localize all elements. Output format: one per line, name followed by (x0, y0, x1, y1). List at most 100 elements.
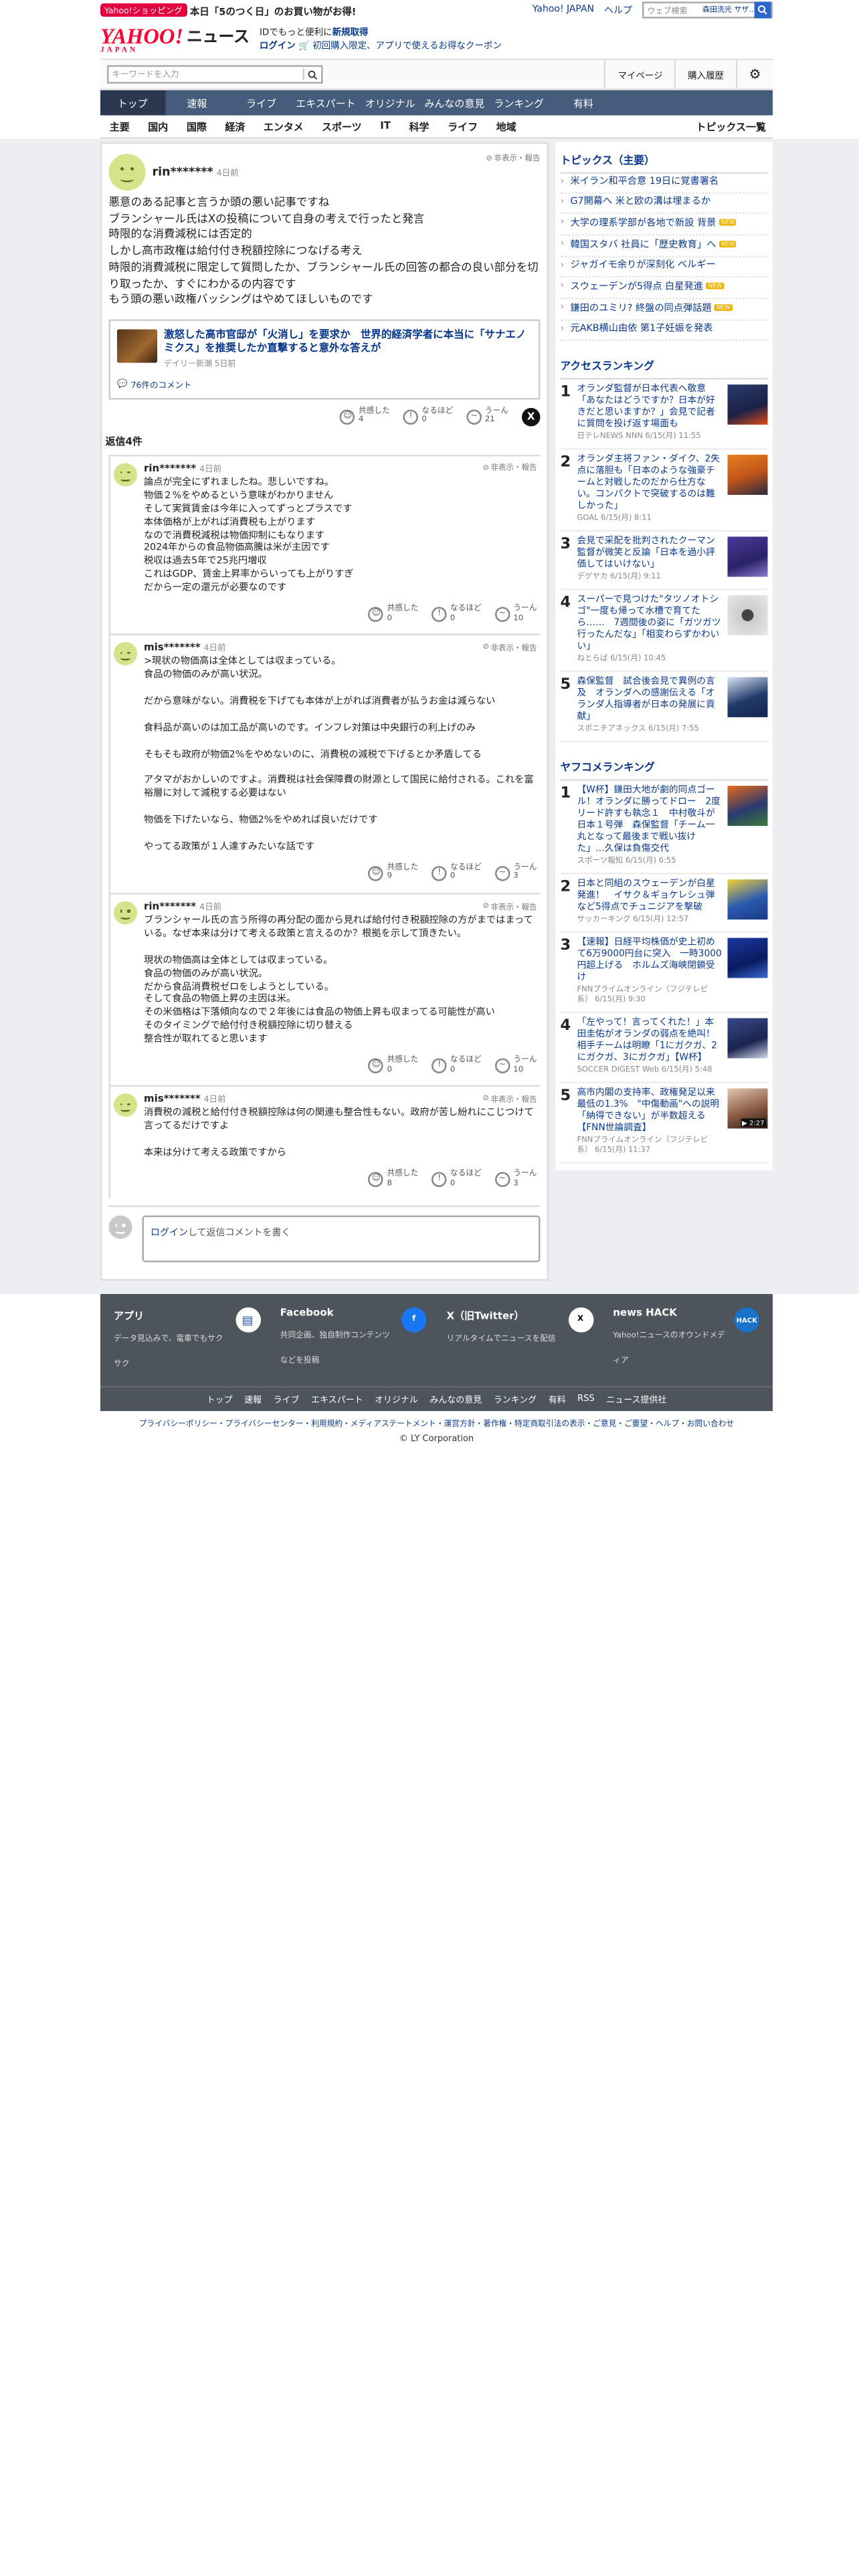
web-search-button[interactable] (754, 1, 771, 19)
footer-newshack[interactable]: news HACK Yahoo!ニュースのオウンドメディア HACK (613, 1307, 759, 1373)
keyword-input[interactable]: キーワードを入力 (109, 69, 303, 80)
news-logo[interactable]: ニュース (187, 23, 250, 47)
empathy-button[interactable]: ☺ 共感した 0 (368, 605, 418, 624)
footer-link[interactable]: エキスパート (311, 1394, 363, 1406)
ranking-item[interactable]: 1 オランダ監督が日本代表へ敬意「あなたはどうですか？日本が好きだと思いますか？」… (560, 380, 768, 450)
topic-item[interactable]: 韓国スタバ 社員に「歴史教育」へNEW (560, 236, 768, 257)
reply-user[interactable]: mis******* (144, 1094, 201, 1106)
ranking-thumbnail[interactable] (727, 879, 768, 920)
footer-link[interactable]: みんなの意見 (430, 1394, 482, 1406)
x-share-button[interactable]: X (522, 407, 541, 427)
category-local[interactable]: 地域 (496, 119, 516, 134)
agree-button[interactable]: ! なるほど 0 (403, 407, 453, 426)
tab-live[interactable]: ライブ (229, 90, 294, 116)
hmm-button[interactable]: ~ うーん 10 (494, 605, 537, 624)
web-search[interactable]: ウェブ検索 森田洗光 サザ... (642, 1, 773, 19)
empathy-button[interactable]: ☺ 共感した 9 (368, 864, 418, 883)
topic-item[interactable]: 鎌田のユミリ? 終盤の同点弾話題NEW (560, 300, 768, 321)
yahoo-japan-link[interactable]: Yahoo! JAPAN (533, 5, 594, 15)
article-title[interactable]: 激怒した高市官邸が「火消し」を要求か 世界的経済学者に本当に「サナエノミクス」を… (164, 329, 532, 357)
tab-original[interactable]: オリジナル (358, 90, 422, 116)
tab-paid[interactable]: 有料 (551, 90, 615, 116)
shopping-badge[interactable]: Yahoo!ショッピング (100, 3, 187, 17)
topic-item[interactable]: スウェーデンが5得点 白星発進NEW (560, 278, 768, 300)
tab-breaking[interactable]: 速報 (165, 90, 229, 116)
agree-button[interactable]: ! なるほど 0 (432, 1170, 482, 1189)
keyword-search[interactable]: キーワードを入力 (107, 65, 323, 84)
empathy-button[interactable]: ☺ 共感した 8 (368, 1170, 418, 1189)
ranking-thumbnail[interactable] (727, 677, 768, 718)
agree-button[interactable]: ! なるほど 0 (432, 864, 482, 883)
settings-button[interactable]: ⚙ (735, 59, 773, 90)
topics-list-link[interactable]: トピックス一覧 (696, 119, 766, 134)
category-international[interactable]: 国際 (187, 119, 207, 134)
ranking-thumbnail[interactable] (727, 536, 768, 577)
ranking-thumbnail[interactable] (727, 455, 768, 495)
hide-report-button[interactable]: ⊘ 非表示・報告 (486, 154, 540, 164)
topic-item[interactable]: 米イラン和平合意 19日に覚書署名 (560, 174, 768, 194)
ranking-thumbnail[interactable]: ▶ 2:27 (727, 1088, 768, 1129)
promo-text[interactable]: 本日「5のつく日」のお買い物がお得! (190, 3, 357, 17)
login-link[interactable]: ログイン (151, 1229, 188, 1239)
footer-link[interactable]: ライブ (274, 1394, 300, 1406)
category-sports[interactable]: スポーツ (322, 119, 362, 134)
category-domestic[interactable]: 国内 (148, 119, 168, 134)
article-comments-link[interactable]: 💬 76件のコメント (117, 379, 532, 391)
footer-link[interactable]: RSS (577, 1394, 595, 1406)
tab-expert[interactable]: エキスパート (294, 90, 358, 116)
hmm-button[interactable]: ~ うーん 3 (494, 1170, 537, 1189)
footer-link[interactable]: 速報 (244, 1394, 262, 1406)
tab-opinion[interactable]: みんなの意見 (422, 90, 486, 116)
reply-user[interactable]: rin******* (144, 901, 196, 914)
empathy-button[interactable]: ☺ 共感した 0 (368, 1057, 418, 1075)
ranking-item[interactable]: 4 スーパーで見つけた"タツノオトシゴ"一度も帰って水槽で育てたら…… 7週間後の… (560, 591, 768, 672)
reply-textarea[interactable]: ログインして返信コメントを書く (142, 1215, 541, 1263)
tab-ranking[interactable]: ランキング (487, 90, 551, 116)
ranking-item[interactable]: 4 「左やって！言ってくれた！」本田圭佑がオランダの弱点を絶叫！相手チームは明瞭「… (560, 1013, 768, 1083)
topic-item[interactable]: 大学の理系学部が各地で新設 背景NEW (560, 214, 768, 236)
tab-top[interactable]: トップ (100, 90, 165, 116)
help-link[interactable]: ヘルプ (604, 3, 632, 17)
hmm-button[interactable]: ~ うーん 3 (494, 864, 537, 883)
yahoo-logo[interactable]: YAHOO! JAPAN (100, 25, 183, 54)
category-main[interactable]: 主要 (110, 119, 130, 134)
ranking-thumbnail[interactable] (727, 938, 768, 978)
signup-link[interactable]: 新規取得 (332, 27, 369, 37)
footer-app[interactable]: アプリ データ見込みで、電車でもサクサク ▤ (114, 1307, 260, 1373)
hmm-button[interactable]: ~ うーん 10 (494, 1057, 537, 1075)
ranking-thumbnail[interactable] (727, 385, 768, 425)
login-link[interactable]: ログイン (260, 41, 296, 51)
hmm-button[interactable]: ~ うーん 21 (466, 407, 508, 426)
topic-item[interactable]: ジャガイモ余りが深刻化 ベルギー (560, 257, 768, 278)
search-tag[interactable]: 森田洗光 サザ... (699, 5, 755, 15)
footer-link[interactable]: 有料 (549, 1394, 566, 1406)
footer-x[interactable]: X（旧Twitter） リアルタイムでニュースを配信 X (447, 1307, 593, 1373)
ranking-thumbnail[interactable] (727, 595, 768, 635)
footer-facebook[interactable]: Facebook 共同企画、独自制作コンテンツなどを投稿 f (280, 1307, 427, 1373)
agree-button[interactable]: ! なるほど 0 (432, 605, 482, 624)
ranking-item[interactable]: 3 会見で采配を批判されたクーマン監督が微笑と反論「日本を過小評価してはいけない」… (560, 532, 768, 591)
topic-item[interactable]: G7開幕へ 米と欧の溝は埋まるか (560, 194, 768, 214)
mypage-link[interactable]: マイページ (604, 59, 674, 90)
category-science[interactable]: 科学 (409, 119, 430, 134)
hide-report-button[interactable]: ⊘ 非表示・報告 (482, 902, 537, 912)
hide-report-button[interactable]: ⊘ 非表示・報告 (482, 643, 537, 653)
category-life[interactable]: ライフ (448, 119, 478, 134)
history-link[interactable]: 購入履歴 (674, 59, 735, 90)
article-thumbnail[interactable] (117, 329, 157, 363)
footer-link[interactable]: ランキング (494, 1394, 537, 1406)
agree-button[interactable]: ! なるほど 0 (432, 1057, 482, 1075)
footer-link[interactable]: トップ (207, 1394, 233, 1406)
ranking-item[interactable]: 1 【W杯】鎌田大地が劇的同点ゴール！オランダに勝ってドロー 2度リード許すも執念… (560, 781, 768, 875)
footer-link[interactable]: ニュース提供社 (606, 1394, 666, 1406)
comment-user[interactable]: rin******* (153, 166, 213, 179)
hide-report-button[interactable]: ⊘ 非表示・報告 (482, 464, 537, 474)
web-search-input[interactable]: ウェブ検索 (644, 4, 700, 16)
article-card[interactable]: 激怒した高市官邸が「火消し」を要求か 世界的経済学者に本当に「サナエノミクス」を… (108, 319, 541, 399)
ranking-thumbnail[interactable] (727, 786, 768, 826)
footer-link[interactable]: オリジナル (375, 1394, 418, 1406)
empathy-button[interactable]: ☺ 共感した 4 (340, 407, 390, 426)
legal-links[interactable]: プライバシーポリシー・プライバシーセンター・利用規約・メディアステートメント・運… (100, 1420, 773, 1430)
ranking-item[interactable]: 5 高市内閣の支持率、政権発足以来最低の1.3% "中傷動画"への説明「納得できな… (560, 1083, 768, 1164)
topic-item[interactable]: 元AKB横山由依 第1子妊娠を発表 (560, 321, 768, 341)
